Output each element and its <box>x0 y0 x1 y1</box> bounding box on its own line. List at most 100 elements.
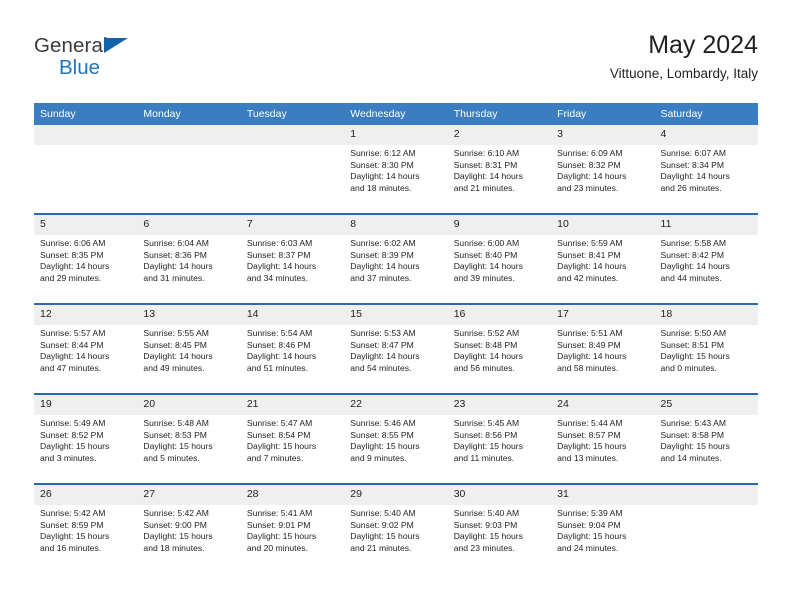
weekday-header-wednesday: Wednesday <box>344 103 448 125</box>
calendar-day-cell[interactable]: 14 Sunrise: 5:54 AM Sunset: 8:46 PM Dayligh… <box>240 303 345 394</box>
day-number: 22 <box>344 395 448 415</box>
calendar-day-cell[interactable]: 25 Sunrise: 5:43 AM Sunset: 8:58 PM Dayligh… <box>654 393 758 484</box>
sunrise-text: Sunrise: 5:55 AM <box>143 328 209 338</box>
day-details: Sunrise: 5:51 AM Sunset: 8:49 PM Daylight:… <box>551 325 654 374</box>
sunset-text: Sunset: 8:39 PM <box>350 249 414 260</box>
calendar-day-cell[interactable]: 21 Sunrise: 5:47 AM Sunset: 8:54 PM Dayligh… <box>240 393 345 484</box>
calendar-day-cell-empty <box>137 125 241 214</box>
sunrise-text: Sunrise: 5:48 AM <box>143 418 209 428</box>
day-number: 20 <box>137 395 241 415</box>
daylight-text-line2: and 37 minutes. <box>350 272 412 283</box>
weekday-header-thursday: Thursday <box>447 103 552 125</box>
calendar-day-cell[interactable]: 17 Sunrise: 5:51 AM Sunset: 8:49 PM Dayligh… <box>551 303 655 394</box>
day-number: 17 <box>551 305 655 325</box>
calendar-day-cell[interactable]: 16 Sunrise: 5:52 AM Sunset: 8:48 PM Dayligh… <box>447 303 552 394</box>
calendar-week-row: 5 Sunrise: 6:06 AM Sunset: 8:35 PM Daylight… <box>34 213 758 304</box>
day-number <box>137 125 241 145</box>
sunset-text: Sunset: 8:56 PM <box>453 429 518 440</box>
daylight-text-line1: Daylight: 14 hours <box>557 261 627 272</box>
calendar-day-cell[interactable]: 7 Sunrise: 6:03 AM Sunset: 8:37 PM Daylight… <box>240 213 345 304</box>
calendar-day-cell[interactable]: 2 Sunrise: 6:10 AM Sunset: 8:31 PM Daylight… <box>447 125 552 214</box>
sunrise-text: Sunrise: 5:43 AM <box>660 418 726 428</box>
calendar-day-cell[interactable]: 13 Sunrise: 5:55 AM Sunset: 8:45 PM Dayligh… <box>137 303 241 394</box>
sunset-text: Sunset: 8:34 PM <box>660 159 725 170</box>
calendar-day-cell[interactable]: 4 Sunrise: 6:07 AM Sunset: 8:34 PM Daylight… <box>654 125 758 214</box>
daylight-text-line2: and 18 minutes. <box>143 542 205 553</box>
daylight-text-line1: Daylight: 14 hours <box>40 261 110 272</box>
daylight-text-line1: Daylight: 14 hours <box>557 171 627 182</box>
daylight-text-line1: Daylight: 15 hours <box>246 441 317 452</box>
sunrise-text: Sunrise: 5:41 AM <box>246 508 313 518</box>
sunset-text: Sunset: 9:03 PM <box>453 519 518 530</box>
day-number: 24 <box>551 395 655 415</box>
calendar-day-cell[interactable]: 27 Sunrise: 5:42 AM Sunset: 9:00 PM Dayligh… <box>137 483 241 573</box>
calendar-day-cell[interactable]: 11 Sunrise: 5:58 AM Sunset: 8:42 PM Dayligh… <box>654 213 758 304</box>
day-number <box>240 125 345 145</box>
calendar-day-cell[interactable]: 6 Sunrise: 6:04 AM Sunset: 8:36 PM Daylight… <box>137 213 241 304</box>
day-details: Sunrise: 5:48 AM Sunset: 8:53 PM Daylight:… <box>137 415 240 464</box>
day-number: 12 <box>34 305 138 325</box>
sunrise-text: Sunrise: 6:07 AM <box>660 148 726 158</box>
calendar-day-cell-empty <box>34 125 138 214</box>
daylight-text-line1: Daylight: 14 hours <box>660 261 730 272</box>
day-details: Sunrise: 5:58 AM Sunset: 8:42 PM Daylight:… <box>655 235 758 284</box>
sunrise-text: Sunrise: 5:59 AM <box>557 238 623 248</box>
daylight-text-line1: Daylight: 15 hours <box>143 441 213 452</box>
day-details: Sunrise: 5:46 AM Sunset: 8:55 PM Daylight:… <box>344 415 447 464</box>
sunrise-text: Sunrise: 5:52 AM <box>453 328 520 338</box>
sunset-text: Sunset: 8:49 PM <box>557 339 621 350</box>
sunrise-text: Sunrise: 6:04 AM <box>143 238 209 248</box>
sunset-text: Sunset: 8:31 PM <box>453 159 518 170</box>
sunset-text: Sunset: 8:42 PM <box>660 249 725 260</box>
daylight-text-line2: and 54 minutes. <box>350 362 412 373</box>
day-number: 8 <box>344 215 448 235</box>
calendar-day-cell[interactable]: 30 Sunrise: 5:40 AM Sunset: 9:03 PM Dayligh… <box>447 483 552 573</box>
calendar-day-cell[interactable]: 5 Sunrise: 6:06 AM Sunset: 8:35 PM Daylight… <box>34 213 138 304</box>
calendar-day-cell[interactable]: 22 Sunrise: 5:46 AM Sunset: 8:55 PM Dayligh… <box>344 393 448 484</box>
calendar-day-cell[interactable]: 24 Sunrise: 5:44 AM Sunset: 8:57 PM Dayligh… <box>551 393 655 484</box>
calendar-day-cell[interactable]: 31 Sunrise: 5:39 AM Sunset: 9:04 PM Dayligh… <box>551 483 655 573</box>
daylight-text-line1: Daylight: 14 hours <box>453 171 523 182</box>
calendar-day-cell[interactable]: 19 Sunrise: 5:49 AM Sunset: 8:52 PM Dayligh… <box>34 393 138 484</box>
daylight-text-line1: Daylight: 15 hours <box>246 531 317 542</box>
day-details: Sunrise: 6:03 AM Sunset: 8:37 PM Daylight:… <box>241 235 344 284</box>
calendar-day-cell[interactable]: 23 Sunrise: 5:45 AM Sunset: 8:56 PM Dayligh… <box>447 393 552 484</box>
calendar-day-cell[interactable]: 15 Sunrise: 5:53 AM Sunset: 8:47 PM Dayligh… <box>344 303 448 394</box>
calendar-day-cell[interactable]: 10 Sunrise: 5:59 AM Sunset: 8:41 PM Dayligh… <box>551 213 655 304</box>
calendar-day-cell[interactable]: 20 Sunrise: 5:48 AM Sunset: 8:53 PM Dayligh… <box>137 393 241 484</box>
sunset-text: Sunset: 8:36 PM <box>143 249 207 260</box>
daylight-text-line2: and 9 minutes. <box>350 452 407 463</box>
day-details: Sunrise: 5:47 AM Sunset: 8:54 PM Daylight:… <box>241 415 344 464</box>
day-details: Sunrise: 6:04 AM Sunset: 8:36 PM Daylight:… <box>137 235 240 284</box>
sunrise-text: Sunrise: 6:00 AM <box>453 238 520 248</box>
calendar-day-cell[interactable]: 9 Sunrise: 6:00 AM Sunset: 8:40 PM Daylight… <box>447 213 552 304</box>
calendar-day-cell[interactable]: 18 Sunrise: 5:50 AM Sunset: 8:51 PM Dayligh… <box>654 303 758 394</box>
daylight-text-line2: and 7 minutes. <box>246 452 304 463</box>
sunset-text: Sunset: 8:44 PM <box>40 339 104 350</box>
sunset-text: Sunset: 8:59 PM <box>40 519 104 530</box>
day-number <box>654 485 758 505</box>
day-number: 21 <box>240 395 345 415</box>
page-subtitle: Vittuone, Lombardy, Italy <box>609 66 758 81</box>
day-number: 18 <box>654 305 758 325</box>
calendar-day-cell[interactable]: 28 Sunrise: 5:41 AM Sunset: 9:01 PM Dayligh… <box>240 483 345 573</box>
calendar-header-row: Sunday Monday Tuesday Wednesday Thursday… <box>34 103 758 125</box>
daylight-text-line1: Daylight: 15 hours <box>660 441 730 452</box>
calendar-day-cell[interactable]: 3 Sunrise: 6:09 AM Sunset: 8:32 PM Daylight… <box>551 125 655 214</box>
sunrise-text: Sunrise: 5:42 AM <box>143 508 209 518</box>
weekday-header-tuesday: Tuesday <box>240 103 345 125</box>
calendar-day-cell[interactable]: 29 Sunrise: 5:40 AM Sunset: 9:02 PM Dayligh… <box>344 483 448 573</box>
daylight-text-line2: and 39 minutes. <box>453 272 515 283</box>
calendar-day-cell[interactable]: 1 Sunrise: 6:12 AM Sunset: 8:30 PM Daylight… <box>344 125 448 214</box>
calendar-day-cell[interactable]: 26 Sunrise: 5:42 AM Sunset: 8:59 PM Dayligh… <box>34 483 138 573</box>
sunrise-text: Sunrise: 6:12 AM <box>350 148 416 158</box>
calendar-day-cell[interactable]: 8 Sunrise: 6:02 AM Sunset: 8:39 PM Daylight… <box>344 213 448 304</box>
day-details: Sunrise: 6:07 AM Sunset: 8:34 PM Daylight:… <box>655 145 758 194</box>
sunrise-text: Sunrise: 5:49 AM <box>40 418 106 428</box>
calendar-day-cell[interactable]: 12 Sunrise: 5:57 AM Sunset: 8:44 PM Dayligh… <box>34 303 138 394</box>
daylight-text-line2: and 56 minutes. <box>453 362 515 373</box>
sunrise-text: Sunrise: 5:51 AM <box>557 328 623 338</box>
sunrise-text: Sunrise: 5:57 AM <box>40 328 106 338</box>
daylight-text-line2: and 14 minutes. <box>660 452 722 463</box>
sunset-text: Sunset: 8:52 PM <box>40 429 104 440</box>
